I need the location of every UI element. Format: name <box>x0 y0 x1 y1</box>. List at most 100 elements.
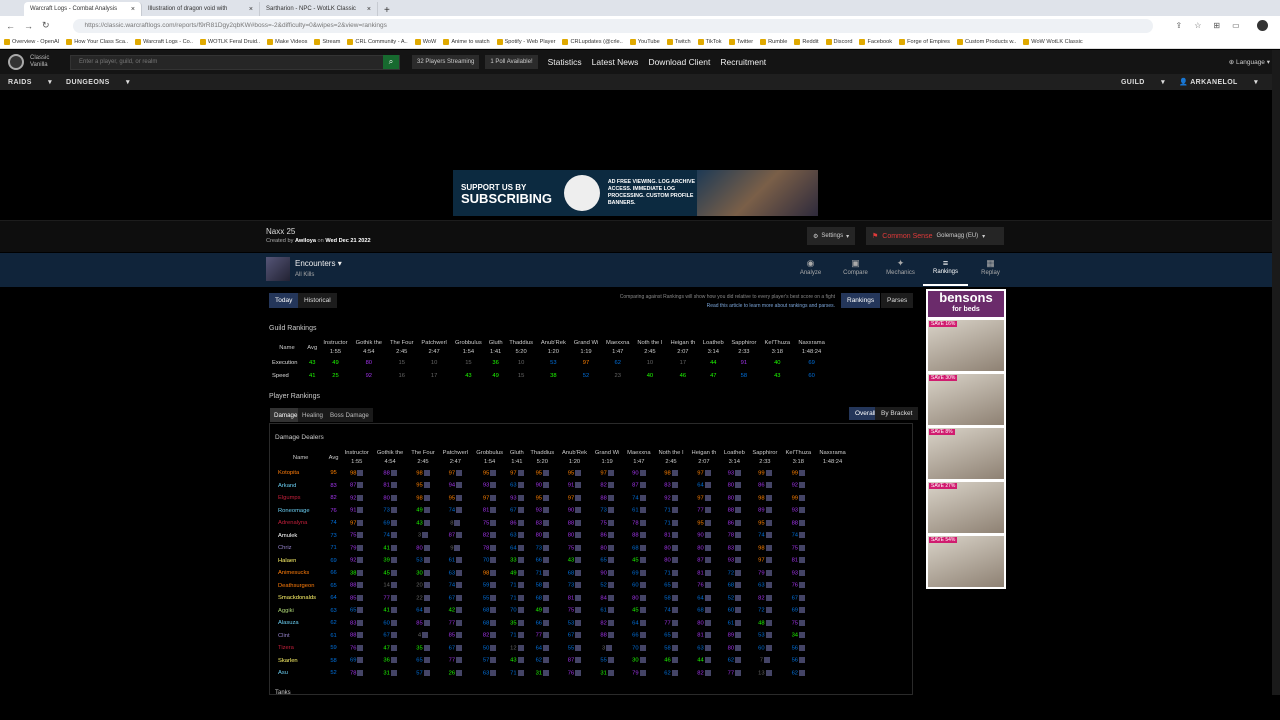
rank-cell[interactable]: 66 <box>623 630 654 643</box>
rank-cell[interactable]: 9 <box>439 542 473 555</box>
rank-cell[interactable]: 45 <box>623 605 654 618</box>
menu-user[interactable]: 👤 ARKANELOL ▾ <box>1179 78 1258 86</box>
player-name[interactable]: Asu <box>275 667 326 680</box>
rank-cell[interactable]: 97 <box>439 467 473 480</box>
poll-button[interactable]: 1 Poll Available! <box>485 55 538 69</box>
rank-cell[interactable]: 17 <box>667 357 700 370</box>
report-tab-mechanics[interactable]: ✦ Mechanics <box>878 258 923 286</box>
rank-cell[interactable]: 97 <box>688 467 721 480</box>
column-header[interactable]: Grand Wi 1:19 <box>570 339 602 357</box>
rank-cell[interactable]: 92 <box>351 370 386 383</box>
rank-cell[interactable]: 10 <box>505 357 537 370</box>
rank-cell[interactable]: 55 <box>472 592 507 605</box>
scrollbar[interactable] <box>1272 50 1280 695</box>
historical-button[interactable]: Historical <box>298 293 337 308</box>
column-header[interactable]: Gothik the 4:54 <box>373 449 408 467</box>
rank-cell[interactable]: 80 <box>720 480 748 493</box>
player-name[interactable]: Skarlen <box>275 655 326 668</box>
rank-cell[interactable]: 91 <box>341 505 373 518</box>
rank-cell[interactable]: 36 <box>486 357 505 370</box>
rank-cell[interactable]: 91 <box>558 480 591 493</box>
rank-cell[interactable]: 45 <box>373 567 408 580</box>
bookmark-item[interactable]: Warcraft Logs - Co.. <box>135 38 193 45</box>
url-field[interactable]: https://classic.warcraftlogs.com/reports… <box>72 18 1153 33</box>
guild-selector[interactable]: ⚑ Common Sense Golemagg (EU) ▾ <box>866 227 1004 245</box>
rank-cell[interactable]: 95 <box>748 517 781 530</box>
rank-cell[interactable]: 78 <box>472 542 507 555</box>
bookmark-item[interactable]: CRLupdates (@crle.. <box>562 38 623 45</box>
rank-cell[interactable]: 92 <box>781 480 815 493</box>
column-header[interactable]: Instructor 1:55 <box>341 449 373 467</box>
player-name[interactable]: Aggiki <box>275 605 326 618</box>
rank-cell[interactable]: 69 <box>341 655 373 668</box>
rank-cell[interactable]: 53 <box>407 555 438 568</box>
rank-cell[interactable]: 63 <box>507 480 526 493</box>
rank-cell[interactable]: 62 <box>654 667 687 680</box>
report-tab-replay[interactable]: ▦ Replay <box>968 258 1013 286</box>
rank-cell[interactable]: 98 <box>654 467 687 480</box>
rank-cell[interactable]: 68 <box>688 605 721 618</box>
rank-cell[interactable]: 97 <box>748 555 781 568</box>
rank-cell[interactable]: 33 <box>507 555 526 568</box>
rank-cell[interactable]: 69 <box>373 517 408 530</box>
rank-cell[interactable]: 47 <box>699 370 727 383</box>
column-header[interactable]: Name <box>269 339 305 357</box>
rank-cell[interactable]: 35 <box>507 617 526 630</box>
rank-cell[interactable]: 97 <box>591 467 623 480</box>
bensons-ad[interactable]: bensons for beds SAVE 16% SAVE 30% SAVE 8% S… <box>926 289 1006 589</box>
rank-cell[interactable]: 73 <box>527 542 559 555</box>
rank-cell[interactable]: 46 <box>654 655 687 668</box>
player-name[interactable]: Kotopita <box>275 467 326 480</box>
rank-cell[interactable]: 72 <box>720 567 748 580</box>
parses-toggle[interactable]: Parses <box>881 293 914 308</box>
rank-cell[interactable]: 82 <box>591 617 623 630</box>
bookmark-item[interactable]: Facebook <box>859 38 892 45</box>
bookmark-item[interactable]: Reddit <box>794 38 819 45</box>
encounter-dropdown[interactable]: Encounters ▾ <box>295 259 342 268</box>
player-name[interactable]: Halaen <box>275 555 326 568</box>
rank-cell[interactable]: 81 <box>781 555 815 568</box>
rank-cell[interactable]: 82 <box>688 667 721 680</box>
report-creator[interactable]: Awiloya <box>295 238 316 244</box>
report-tab-compare[interactable]: ▣ Compare <box>833 258 878 286</box>
column-header[interactable]: Patchwerl 2:47 <box>439 449 473 467</box>
rank-cell[interactable]: 52 <box>720 592 748 605</box>
rank-cell[interactable]: 94 <box>439 480 473 493</box>
rank-cell[interactable]: 77 <box>373 592 408 605</box>
rank-cell[interactable]: 92 <box>341 492 373 505</box>
rank-cell[interactable]: 38 <box>537 370 570 383</box>
rank-cell[interactable]: 63 <box>472 667 507 680</box>
rank-cell[interactable]: 81 <box>472 505 507 518</box>
ad-product-image[interactable]: SAVE 16% <box>928 320 1004 371</box>
rank-cell[interactable]: 83 <box>654 480 687 493</box>
ad-product-image[interactable]: SAVE 8% <box>928 428 1004 479</box>
rank-cell[interactable]: 71 <box>654 517 687 530</box>
rank-cell[interactable]: 42 <box>439 605 473 618</box>
rank-cell[interactable]: 75 <box>591 517 623 530</box>
bookmark-item[interactable]: Custom Products w.. <box>956 38 1016 45</box>
rank-cell[interactable]: 75 <box>781 542 815 555</box>
rank-cell[interactable]: 64 <box>507 542 526 555</box>
player-name[interactable]: Smackdonalds <box>275 592 326 605</box>
rank-cell[interactable]: 44 <box>699 357 727 370</box>
rank-cell[interactable]: 74 <box>373 530 408 543</box>
column-header[interactable]: Loatheb 3:14 <box>720 449 748 467</box>
rank-cell[interactable]: 46 <box>667 370 700 383</box>
rank-cell[interactable]: 40 <box>760 357 794 370</box>
rank-cell[interactable]: 77 <box>654 617 687 630</box>
rank-cell[interactable]: 68 <box>558 567 591 580</box>
bookmark-item[interactable]: Discord <box>825 38 852 45</box>
settings-button[interactable]: ⚙ Settings ▾ <box>807 227 856 245</box>
rank-cell[interactable]: 10 <box>633 357 666 370</box>
rank-cell[interactable]: 71 <box>654 567 687 580</box>
rank-cell[interactable]: 43 <box>558 555 591 568</box>
rank-cell[interactable]: 66 <box>527 617 559 630</box>
bookmark-item[interactable]: WOTLK Feral Druid.. <box>199 38 260 45</box>
rank-cell[interactable]: 72 <box>748 605 781 618</box>
rank-cell[interactable]: 88 <box>558 517 591 530</box>
rank-cell[interactable]: 75 <box>781 617 815 630</box>
rank-cell[interactable]: 95 <box>688 517 721 530</box>
column-header[interactable]: Sapphiror 2:33 <box>727 339 760 357</box>
rank-cell[interactable]: 80 <box>527 530 559 543</box>
rank-cell[interactable]: 62 <box>602 357 633 370</box>
